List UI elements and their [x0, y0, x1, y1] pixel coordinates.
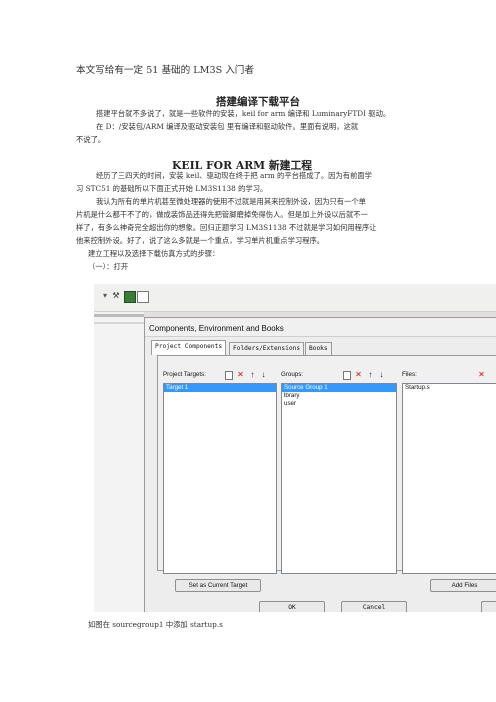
paragraph-line: 建立工程以及选择下载仿真方式的步骤： [88, 249, 220, 258]
paragraph-line: （一）：打开 [88, 262, 129, 271]
paragraph-line: 在 D：/安装包/ARM 编译及驱动安装包 里有编译和驱动软件。里面有说明，这就 [96, 122, 359, 131]
tab-books[interactable]: Books [305, 342, 332, 355]
components-dialog: Components, Environment and Books Projec… [144, 317, 496, 612]
tab-folders-extensions[interactable]: Folders/Extensions [229, 342, 305, 355]
new-target-icon[interactable] [225, 371, 233, 380]
delete-target-icon[interactable]: ✕ [236, 370, 245, 379]
paragraph-line: 习 STC51 的基础所以下面正式开始 LM3S1138 的学习。 [76, 184, 268, 193]
targets-toolbar: ✕ ↑ ↓ [223, 370, 273, 380]
help-button[interactable] [481, 601, 496, 612]
section-heading-build: 搭建编译下载平台 [216, 96, 300, 108]
list-item[interactable]: Target 1 [164, 384, 276, 392]
figure-caption: 如图在 sourcegroup1 中添加 startup.s [88, 620, 223, 629]
cancel-button[interactable]: Cancel [341, 601, 407, 612]
tab-project-components[interactable]: Project Components [151, 340, 227, 355]
set-current-target-button[interactable]: Set as Current Target [175, 579, 261, 592]
project-targets-list[interactable]: Target 1 [163, 383, 277, 574]
groups-toolbar: ✕ ↑ ↓ [341, 370, 391, 380]
dropdown-arrow-icon[interactable]: ▾ [100, 291, 110, 301]
delete-group-icon[interactable]: ✕ [354, 370, 363, 379]
groups-list[interactable]: Source Group 1 lbrary user [281, 383, 397, 574]
project-pane [94, 312, 144, 612]
magic-wand-icon[interactable]: ⚒ [111, 291, 121, 301]
paragraph-line: 他来控制外设。好了，说了这么多就是一个重点，学习单片机重点学习程序。 [76, 236, 325, 245]
file-extensions-icon[interactable] [137, 291, 149, 303]
paragraph-line: 搭建平台就不多说了，就是一些软件的安装，keil for arm 编译和 Lum… [96, 109, 391, 118]
project-targets-label: Project Targets: [163, 371, 206, 378]
add-files-button[interactable]: Add Files [430, 579, 496, 592]
intro-line: 本文写给有一定 51 基础的 LM3S 入门者 [76, 65, 254, 76]
files-list[interactable]: Startup.s [402, 383, 496, 574]
keil-screenshot: ▾ ⚒ Components, Environment and Books Pr… [94, 284, 496, 612]
move-down-icon[interactable]: ↓ [259, 370, 268, 379]
files-toolbar: ✕ [477, 370, 496, 380]
manage-components-icon[interactable] [124, 291, 136, 303]
paragraph-line: 经历了三四天的时间，安装 keil、驱动现在终于把 arm 的平台搭成了。因为有… [96, 171, 372, 180]
list-item[interactable]: lbrary [282, 392, 396, 400]
ide-toolbar: ▾ ⚒ [94, 284, 496, 312]
paragraph-line: 片机是什么都干不了的，做成装饰品还得先把管脚磨掉免得伤人。但是加上外设以后就不一 [76, 210, 368, 219]
move-up-icon[interactable]: ↑ [366, 370, 375, 379]
files-label: Files: [402, 371, 417, 378]
ok-button[interactable]: OK [259, 601, 325, 612]
new-group-icon[interactable] [343, 371, 351, 380]
move-down-icon[interactable]: ↓ [377, 370, 386, 379]
groups-label: Groups: [281, 371, 304, 378]
dialog-title: Components, Environment and Books [149, 324, 284, 333]
paragraph-line: 不说了。 [76, 135, 106, 144]
paragraph-line: 我认为所有的单片机甚至微处理器的使用不过就是用其来控制外设，因为只有一个单 [96, 197, 366, 206]
list-item[interactable]: Source Group 1 [282, 384, 396, 392]
list-item[interactable]: user [282, 400, 396, 408]
list-item[interactable]: Startup.s [403, 384, 496, 392]
paragraph-line: 样了，有多么神奇完全超出你的想象。回归正题学习 LM3S1138 不过就是学习如… [76, 223, 377, 232]
move-up-icon[interactable]: ↑ [248, 370, 257, 379]
delete-file-icon[interactable]: ✕ [477, 370, 486, 379]
